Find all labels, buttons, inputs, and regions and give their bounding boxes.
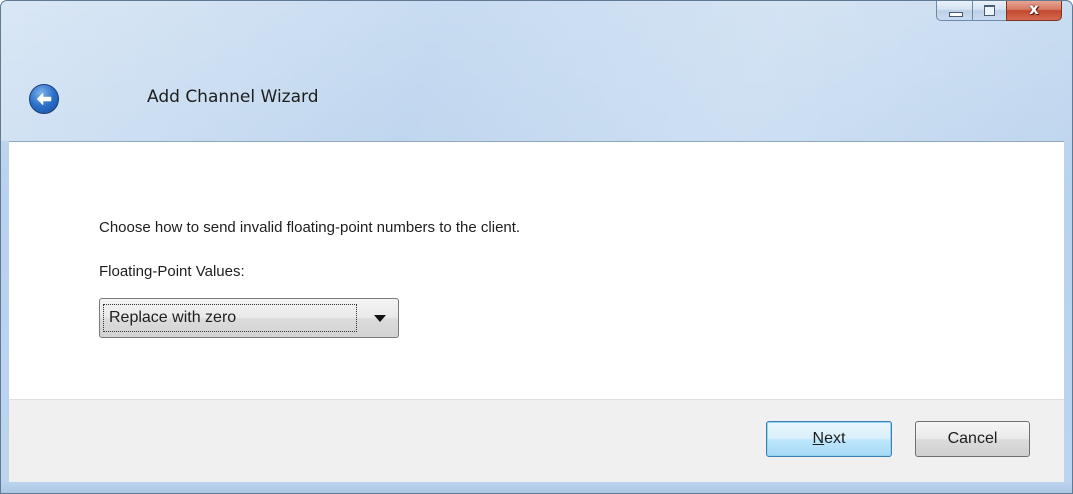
- wizard-footer: Next Cancel: [9, 399, 1064, 482]
- back-arrow-icon: [36, 92, 52, 106]
- wizard-content: Choose how to send invalid floating-poin…: [9, 141, 1064, 399]
- maximize-button[interactable]: [972, 1, 1006, 21]
- back-button[interactable]: [29, 84, 59, 114]
- window-title: Add Channel Wizard: [147, 87, 319, 107]
- close-button[interactable]: x: [1006, 1, 1062, 21]
- close-icon: x: [1029, 0, 1039, 18]
- next-label: ext: [824, 430, 846, 447]
- wizard-window: x Add Channel Wizard Choose how to send …: [0, 0, 1073, 494]
- maximize-icon: [984, 5, 995, 16]
- floating-point-values-select[interactable]: Replace with zero: [99, 298, 399, 338]
- window-bottom-border: [1, 482, 1072, 493]
- minimize-icon: [949, 12, 963, 17]
- instruction-text: Choose how to send invalid floating-poin…: [99, 219, 521, 236]
- next-button[interactable]: Next: [766, 421, 892, 457]
- cancel-button[interactable]: Cancel: [915, 421, 1030, 457]
- caption-buttons: x: [936, 1, 1062, 21]
- minimize-button[interactable]: [936, 1, 972, 21]
- next-mnemonic: N: [812, 430, 825, 447]
- selected-value: Replace with zero: [103, 304, 357, 332]
- chevron-down-icon: [374, 315, 386, 322]
- floating-point-label: Floating-Point Values:: [99, 263, 245, 280]
